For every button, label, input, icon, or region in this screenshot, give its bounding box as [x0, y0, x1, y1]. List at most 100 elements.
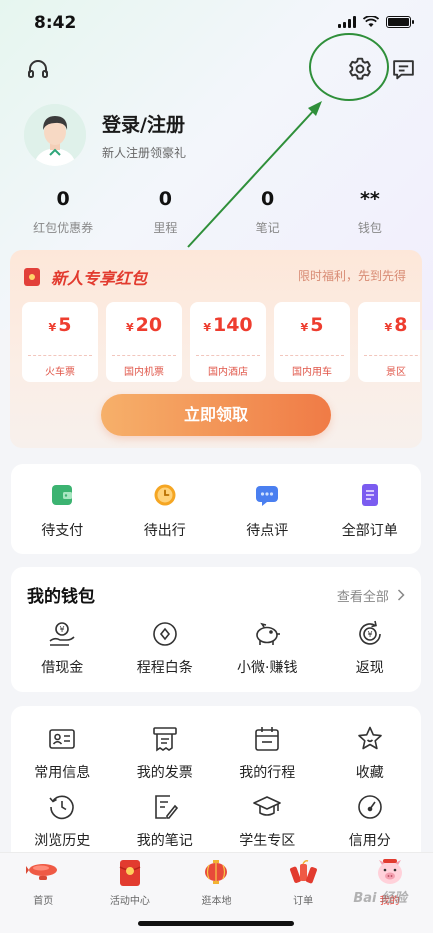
stats-row: 0 红包优惠券 0 里程 0 笔记 ** 钱包	[12, 188, 421, 236]
stat-wallet[interactable]: ** 钱包	[319, 188, 421, 236]
coupon-scenic[interactable]: ¥8 景区	[358, 302, 420, 382]
coupon-label: 景区	[386, 367, 406, 378]
service-label: 常用信息	[34, 765, 91, 781]
view-all-label: 查看全部	[336, 590, 389, 605]
order-all[interactable]: 全部订单	[319, 464, 422, 554]
graduation-cap-icon	[253, 796, 282, 816]
wallet-item-label: 返现	[355, 660, 384, 676]
claim-now-button[interactable]: 立即领取	[101, 394, 331, 436]
stat-value: 0	[261, 188, 275, 210]
stat-label: 里程	[153, 221, 178, 235]
currency-symbol: ¥	[203, 321, 211, 334]
wallet-item-label: 小微·赚钱	[237, 660, 298, 676]
stat-value: **	[359, 188, 380, 210]
tab-label: 订单	[293, 896, 314, 907]
wallet-title: 我的钱包	[27, 587, 95, 607]
services-card: 常用信息 我的发票 我的行程 收藏 浏览历史 我的笔记 学生专区 信用分	[11, 706, 421, 866]
coupon-label: 火车票	[45, 367, 75, 378]
cashback-icon: ¥	[358, 620, 381, 645]
order-pending-payment[interactable]: 待支付	[11, 464, 114, 554]
coupon-flight[interactable]: ¥20 国内机票	[106, 302, 182, 382]
tab-label: 活动中心	[109, 896, 150, 907]
wallet-view-all-link[interactable]: 查看全部	[337, 586, 405, 605]
lantern-icon	[205, 860, 228, 884]
wallet-item-borrow-cash[interactable]: ¥ 借现金	[11, 619, 114, 677]
avatar	[24, 104, 86, 166]
coupon-train[interactable]: ¥5 火车票	[22, 302, 98, 382]
service-student[interactable]: 学生专区	[216, 792, 319, 850]
service-credit-score[interactable]: 信用分	[319, 792, 422, 850]
red-envelope-icon	[24, 268, 40, 286]
order-label: 待点评	[246, 523, 289, 539]
airship-icon	[26, 864, 58, 880]
red-envelope-icon	[119, 860, 141, 886]
watermark: Bai 经验	[353, 891, 407, 906]
wallet-item-credit[interactable]: 程程白条	[114, 619, 217, 677]
currency-symbol: ¥	[300, 321, 309, 334]
service-label: 学生专区	[239, 833, 296, 849]
service-label: 信用分	[348, 833, 391, 849]
service-common-info[interactable]: 常用信息	[11, 724, 114, 782]
wallet-item-label: 程程白条	[136, 660, 193, 676]
tab-local[interactable]: 逛本地	[173, 859, 260, 907]
tab-activity-center[interactable]: 活动中心	[87, 859, 174, 907]
coupon-hotel[interactable]: ¥140 国内酒店	[190, 302, 266, 382]
service-label: 我的发票	[136, 765, 193, 781]
credit-coin-icon	[152, 622, 177, 646]
cash-hand-icon: ¥	[49, 622, 75, 646]
service-notes[interactable]: 我的笔记	[114, 792, 217, 850]
history-icon	[49, 795, 75, 820]
svg-text:¥: ¥	[60, 625, 65, 634]
order-label: 全部订单	[341, 523, 398, 539]
id-card-icon	[49, 729, 76, 749]
service-label: 浏览历史	[34, 833, 91, 849]
coupon-amount: 140	[212, 314, 253, 336]
star-icon	[357, 726, 382, 750]
gauge-icon	[357, 795, 382, 819]
coupon-car[interactable]: ¥5 国内用车	[274, 302, 350, 382]
stat-notes[interactable]: 0 笔记	[217, 188, 319, 236]
firecracker-icon	[290, 860, 318, 884]
stat-value: 0	[56, 188, 70, 210]
login-register-title[interactable]: 登录/注册	[102, 110, 186, 137]
stat-label: 钱包	[357, 221, 382, 235]
wallet-item-cashback[interactable]: ¥ 返现	[319, 619, 422, 677]
coupon-label: 国内酒店	[208, 367, 248, 378]
wallet-item-earn[interactable]: 小微·赚钱	[216, 619, 319, 677]
service-label: 我的笔记	[136, 833, 193, 849]
coupon-amount: 5	[58, 314, 72, 336]
calendar-icon	[255, 727, 280, 751]
coupon-list: ¥5 火车票 ¥20 国内机票 ¥140 国内酒店 ¥5 国内用车 ¥8 景区	[22, 302, 420, 382]
comment-icon	[256, 486, 279, 506]
coupon-label: 国内机票	[124, 367, 164, 378]
stat-value: 0	[158, 188, 172, 210]
service-label: 收藏	[355, 765, 384, 781]
wallet-card: 我的钱包 查看全部 ¥ 借现金 程程白条 小微·赚钱 ¥ 返现	[11, 567, 421, 692]
stat-mileage[interactable]: 0 里程	[114, 188, 216, 236]
home-indicator	[138, 921, 294, 926]
tab-orders[interactable]: 订单	[260, 859, 347, 907]
coupon-label: 国内用车	[292, 367, 332, 378]
order-pending-travel[interactable]: 待出行	[114, 464, 217, 554]
stat-label: 红包优惠券	[33, 221, 94, 235]
orders-card: 待支付 待出行 待点评 全部订单	[11, 464, 421, 554]
new-user-redpacket-card: 新人专享红包 限时福利，先到先得 ¥5 火车票 ¥20 国内机票 ¥140 国内…	[10, 250, 422, 448]
tab-label: 逛本地	[201, 896, 232, 907]
stat-coupons[interactable]: 0 红包优惠券	[12, 188, 114, 236]
currency-symbol: ¥	[125, 321, 134, 334]
order-list-icon	[361, 484, 378, 506]
service-itinerary[interactable]: 我的行程	[216, 724, 319, 782]
order-pending-review[interactable]: 待点评	[216, 464, 319, 554]
note-edit-icon	[154, 795, 178, 819]
service-invoice[interactable]: 我的发票	[114, 724, 217, 782]
stat-label: 笔记	[255, 221, 280, 235]
service-history[interactable]: 浏览历史	[11, 792, 114, 850]
chevron-right-icon	[397, 589, 405, 601]
service-favorites[interactable]: 收藏	[319, 724, 422, 782]
currency-symbol: ¥	[48, 321, 57, 334]
clock-icon	[154, 484, 176, 506]
wallet-icon	[52, 485, 73, 505]
order-label: 待出行	[143, 523, 186, 539]
profile-login[interactable]: 登录/注册 新人注册领豪礼	[24, 104, 186, 166]
tab-home[interactable]: 首页	[0, 859, 87, 907]
